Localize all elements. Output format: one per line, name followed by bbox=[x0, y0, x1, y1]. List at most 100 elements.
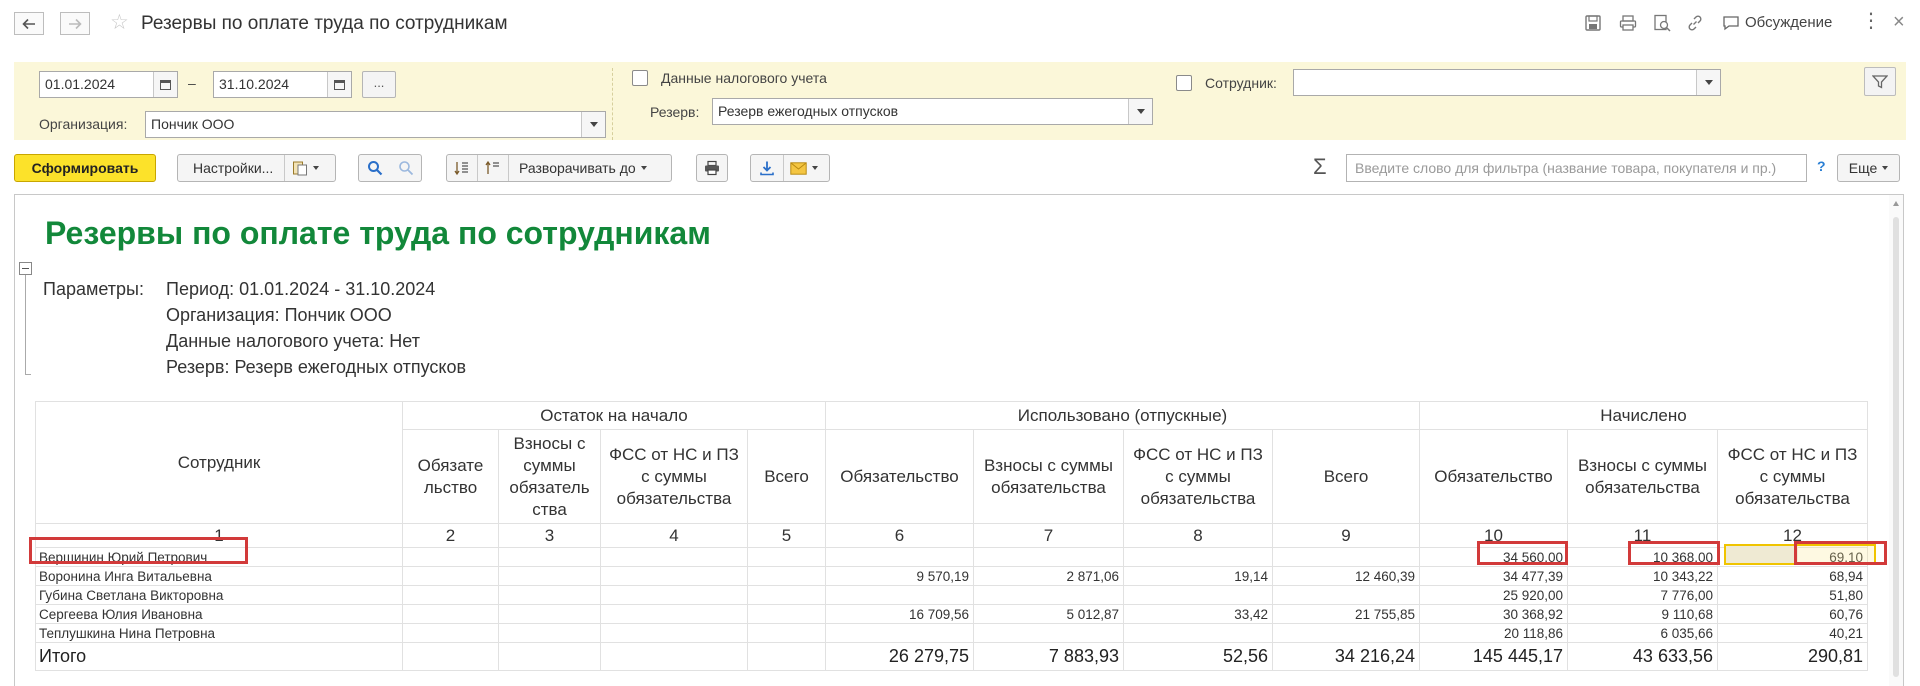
value-cell[interactable] bbox=[600, 604, 748, 624]
value-cell[interactable] bbox=[402, 623, 499, 643]
report-area[interactable]: Резервы по оплате труда по сотрудникам П… bbox=[14, 194, 1904, 686]
email-icon[interactable] bbox=[784, 161, 818, 175]
filter-settings-button[interactable] bbox=[1864, 67, 1896, 96]
back-button[interactable] bbox=[14, 12, 44, 35]
value-cell[interactable] bbox=[747, 604, 826, 624]
value-cell[interactable] bbox=[402, 604, 499, 624]
date-from-field[interactable]: 01.01.2024 bbox=[39, 71, 178, 98]
table-row[interactable]: Теплушкина Нина Петровна 20 118,86 6 035,6… bbox=[35, 623, 1868, 643]
value-cell[interactable] bbox=[747, 642, 826, 671]
value-cell[interactable] bbox=[498, 585, 601, 605]
favorite-star-icon[interactable]: ☆ bbox=[110, 12, 129, 33]
value-cell[interactable] bbox=[1123, 585, 1273, 605]
calendar-icon[interactable] bbox=[327, 72, 351, 97]
value-cell[interactable] bbox=[402, 642, 499, 671]
expand-all-icon[interactable] bbox=[478, 160, 508, 176]
table-row[interactable]: Вершинин Юрий Петрович 34 560,00 10 368,00… bbox=[35, 547, 1868, 567]
table-row[interactable]: Сергеева Юлия Ивановна 16 709,56 5 012,87 3… bbox=[35, 604, 1868, 624]
value-cell[interactable]: 60,76 bbox=[1717, 604, 1868, 624]
value-cell[interactable] bbox=[825, 623, 974, 643]
value-cell[interactable]: 40,21 bbox=[1717, 623, 1868, 643]
value-cell[interactable]: 7 883,93 bbox=[973, 642, 1124, 671]
value-cell[interactable]: 19,14 bbox=[1123, 566, 1273, 586]
vertical-scrollbar[interactable] bbox=[1889, 195, 1903, 686]
employee-name-cell[interactable]: Воронина Инга Витальевна bbox=[35, 566, 403, 586]
value-cell[interactable]: 9 570,19 bbox=[825, 566, 974, 586]
value-cell[interactable]: 16 709,56 bbox=[825, 604, 974, 624]
value-cell[interactable]: 5 012,87 bbox=[973, 604, 1124, 624]
value-cell[interactable] bbox=[600, 642, 748, 671]
generate-button[interactable]: Сформировать bbox=[14, 154, 156, 182]
value-cell[interactable]: 12 460,39 bbox=[1272, 566, 1420, 586]
total-row[interactable]: Итого 26 279,75 7 883,93 52,56 34 216,24 145 … bbox=[35, 642, 1868, 671]
chevron-down-icon[interactable] bbox=[1128, 99, 1152, 124]
value-cell[interactable] bbox=[498, 547, 601, 567]
value-cell[interactable] bbox=[402, 547, 499, 567]
value-cell[interactable] bbox=[825, 585, 974, 605]
value-cell[interactable]: 30 368,92 bbox=[1419, 604, 1568, 624]
chevron-down-icon[interactable] bbox=[1696, 70, 1720, 95]
clear-search-icon[interactable] bbox=[398, 160, 414, 176]
value-cell[interactable] bbox=[1123, 623, 1273, 643]
value-cell[interactable] bbox=[747, 585, 826, 605]
value-cell[interactable]: 51,80 bbox=[1717, 585, 1868, 605]
table-row[interactable]: Губина Светлана Викторовна 25 920,00 7 776… bbox=[35, 585, 1868, 605]
total-label[interactable]: Итого bbox=[35, 642, 403, 671]
value-cell[interactable]: 2 871,06 bbox=[973, 566, 1124, 586]
employee-name-cell[interactable]: Губина Светлана Викторовна bbox=[35, 585, 403, 605]
value-cell[interactable]: 10 343,22 bbox=[1567, 566, 1718, 586]
value-cell[interactable]: 34 216,24 bbox=[1272, 642, 1420, 671]
period-select-button[interactable]: ... bbox=[362, 71, 396, 98]
variant-icon[interactable] bbox=[285, 160, 320, 176]
value-cell[interactable] bbox=[402, 566, 499, 586]
value-cell[interactable] bbox=[825, 547, 974, 567]
filter-search-input[interactable]: Введите слово для фильтра (название това… bbox=[1346, 154, 1807, 182]
forward-button[interactable] bbox=[60, 12, 90, 35]
chevron-down-icon[interactable] bbox=[581, 112, 605, 137]
value-cell[interactable] bbox=[600, 547, 748, 567]
value-cell[interactable]: 34 477,39 bbox=[1419, 566, 1568, 586]
calendar-icon[interactable] bbox=[153, 72, 177, 97]
collapse-all-icon[interactable] bbox=[447, 160, 477, 176]
value-cell[interactable]: 33,42 bbox=[1123, 604, 1273, 624]
reserve-field[interactable]: Резерв ежегодных отпусков bbox=[712, 98, 1153, 125]
download-icon[interactable] bbox=[751, 160, 783, 176]
value-cell[interactable] bbox=[498, 604, 601, 624]
value-cell[interactable]: 52,56 bbox=[1123, 642, 1273, 671]
value-cell[interactable]: 20 118,86 bbox=[1419, 623, 1568, 643]
value-cell[interactable]: 9 110,68 bbox=[1567, 604, 1718, 624]
value-cell[interactable]: 6 035,66 bbox=[1567, 623, 1718, 643]
value-cell[interactable] bbox=[973, 585, 1124, 605]
value-cell[interactable] bbox=[747, 623, 826, 643]
value-cell[interactable] bbox=[600, 566, 748, 586]
value-cell[interactable] bbox=[1272, 547, 1420, 567]
value-cell[interactable] bbox=[600, 585, 748, 605]
sum-icon[interactable]: Σ bbox=[1313, 154, 1327, 180]
value-cell[interactable]: 26 279,75 bbox=[825, 642, 974, 671]
value-cell[interactable]: 290,81 bbox=[1717, 642, 1868, 671]
value-cell[interactable] bbox=[498, 623, 601, 643]
organization-field[interactable]: Пончик ООО bbox=[145, 111, 606, 138]
value-cell[interactable] bbox=[402, 585, 499, 605]
value-cell[interactable] bbox=[498, 566, 601, 586]
employee-checkbox[interactable] bbox=[1176, 75, 1192, 91]
link-icon[interactable] bbox=[1686, 14, 1704, 32]
value-cell[interactable]: 145 445,17 bbox=[1419, 642, 1568, 671]
employee-name-cell[interactable]: Сергеева Юлия Ивановна bbox=[35, 604, 403, 624]
search-icon[interactable] bbox=[367, 160, 383, 176]
settings-button[interactable]: Настройки... bbox=[177, 154, 336, 182]
table-row[interactable]: Воронина Инга Витальевна 9 570,19 2 871,06… bbox=[35, 566, 1868, 586]
value-cell[interactable]: 43 633,56 bbox=[1567, 642, 1718, 671]
employee-name-cell[interactable]: Теплушкина Нина Петровна bbox=[35, 623, 403, 643]
value-cell[interactable]: 68,94 bbox=[1717, 566, 1868, 586]
discussion-button[interactable]: Обсуждение bbox=[1722, 14, 1832, 31]
more-menu-icon[interactable]: ⋮ bbox=[1861, 11, 1881, 31]
employee-field[interactable] bbox=[1293, 69, 1721, 96]
value-cell[interactable] bbox=[747, 547, 826, 567]
value-cell[interactable] bbox=[747, 566, 826, 586]
value-cell[interactable] bbox=[498, 642, 601, 671]
value-cell[interactable]: 7 776,00 bbox=[1567, 585, 1718, 605]
help-icon[interactable]: ? bbox=[1817, 158, 1826, 174]
value-cell[interactable] bbox=[600, 623, 748, 643]
collapse-group-icon[interactable] bbox=[19, 262, 32, 275]
